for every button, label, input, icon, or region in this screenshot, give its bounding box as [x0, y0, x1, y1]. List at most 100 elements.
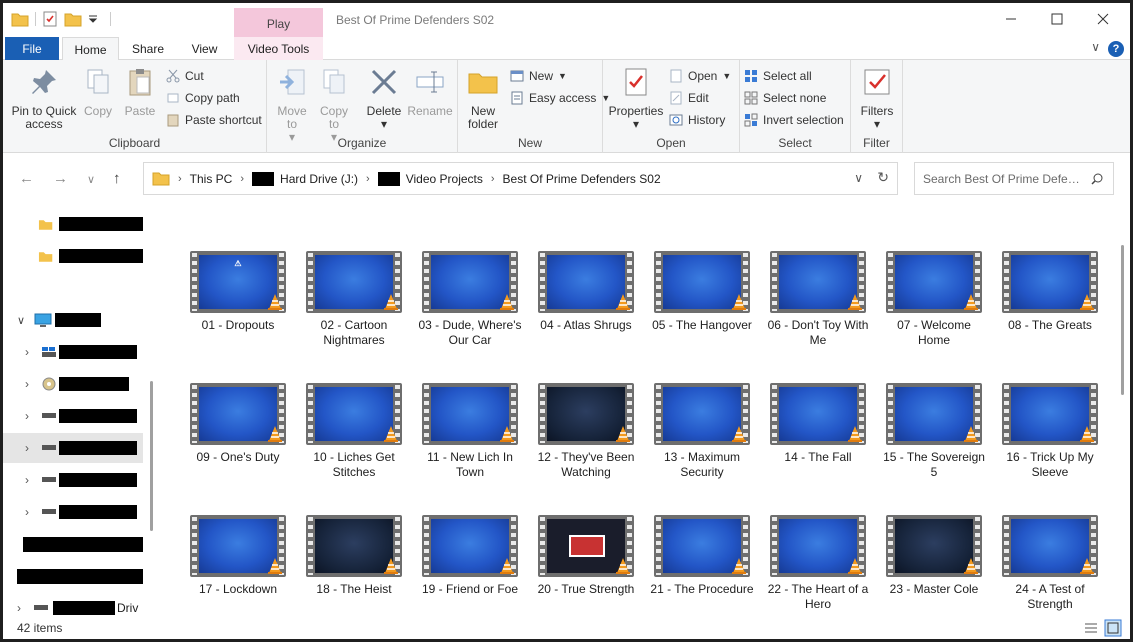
- nav-item-this-pc[interactable]: ∨: [3, 305, 143, 335]
- history-button[interactable]: History: [669, 110, 725, 130]
- file-tile[interactable]: 05 - The Hangover: [648, 251, 756, 333]
- paste-button[interactable]: Paste: [121, 66, 159, 118]
- tab-share[interactable]: Share: [122, 37, 174, 60]
- expand-ribbon-icon[interactable]: ∨: [1091, 40, 1100, 54]
- help-icon[interactable]: ?: [1108, 41, 1124, 57]
- tab-home[interactable]: Home: [62, 37, 119, 61]
- file-tile[interactable]: 24 - A Test of Strength: [996, 515, 1104, 612]
- expand-chevron-icon[interactable]: ›: [17, 601, 21, 615]
- invert-selection-button[interactable]: Invert selection: [744, 110, 844, 130]
- select-none-button[interactable]: Select none: [744, 88, 826, 108]
- context-tab-play[interactable]: Play: [234, 8, 323, 37]
- tab-view[interactable]: View: [176, 37, 233, 60]
- folder-icon[interactable]: [11, 11, 29, 27]
- copy-path-button[interactable]: Copy path: [166, 88, 240, 108]
- file-tile[interactable]: 13 - Maximum Security: [648, 383, 756, 480]
- file-tile[interactable]: 12 - They've Been Watching: [532, 383, 640, 480]
- minimize-button[interactable]: [988, 3, 1034, 35]
- nav-item-drive[interactable]: ›: [3, 337, 143, 367]
- file-tile[interactable]: 10 - Liches Get Stitches: [300, 383, 408, 480]
- rename-button[interactable]: Rename: [407, 66, 453, 118]
- breadcrumb-projects[interactable]: Video Projects: [377, 171, 483, 186]
- move-to-label: Move to: [277, 104, 307, 131]
- file-tile[interactable]: 07 - Welcome Home: [880, 251, 988, 348]
- delete-button[interactable]: Delete ▾: [365, 66, 403, 131]
- file-tile[interactable]: 11 - New Lich In Town: [416, 383, 524, 480]
- breadcrumb-drive[interactable]: Hard Drive (J:): [252, 171, 358, 186]
- customize-toolbar-icon[interactable]: [88, 11, 98, 27]
- back-arrow-icon[interactable]: ←: [19, 170, 34, 187]
- close-button[interactable]: [1080, 3, 1126, 35]
- up-arrow-icon[interactable]: ↑: [113, 170, 121, 187]
- cut-button[interactable]: Cut: [166, 66, 204, 86]
- nav-item-drive[interactable]: ›: [3, 401, 143, 431]
- pin-quick-access-button[interactable]: Pin to Quick access: [9, 66, 79, 131]
- forward-arrow-icon[interactable]: →: [53, 170, 68, 187]
- copy-to-button[interactable]: Copy to ▾: [317, 66, 351, 144]
- nav-item-folder[interactable]: [3, 241, 143, 271]
- file-tile[interactable]: 20 - True Strength: [532, 515, 640, 597]
- nav-item-drive[interactable]: › Driv: [3, 593, 153, 617]
- open-button[interactable]: Open ▼: [669, 66, 731, 86]
- copy-button[interactable]: Copy: [81, 66, 115, 118]
- video-thumbnail: [1002, 251, 1098, 313]
- select-all-button[interactable]: Select all: [744, 66, 812, 86]
- expand-chevron-icon[interactable]: ›: [25, 441, 29, 455]
- file-tile[interactable]: 17 - Lockdown: [184, 515, 292, 597]
- nav-item-folder[interactable]: [3, 209, 143, 239]
- file-tile[interactable]: 19 - Friend or Foe: [416, 515, 524, 597]
- filters-button[interactable]: Filters ▾: [857, 66, 897, 131]
- clipboard-group-label: Clipboard: [108, 136, 161, 150]
- expand-chevron-icon[interactable]: ›: [25, 377, 29, 391]
- file-tile[interactable]: 23 - Master Cole: [880, 515, 988, 597]
- nav-item-drive[interactable]: ›: [3, 465, 143, 495]
- move-to-button[interactable]: Move to ▾: [275, 66, 309, 144]
- file-tile[interactable]: 21 - The Procedure: [648, 515, 756, 597]
- file-tile[interactable]: 03 - Dude, Where's Our Car: [416, 251, 524, 348]
- address-bar[interactable]: › This PC › Hard Drive (J:) › Video Proj…: [143, 162, 898, 195]
- file-tile[interactable]: 06 - Don't Toy With Me: [764, 251, 872, 348]
- content-scrollbar-thumb[interactable]: [1121, 245, 1124, 395]
- breadcrumb-current[interactable]: Best Of Prime Defenders S02: [503, 172, 661, 186]
- paste-shortcut-button[interactable]: Paste shortcut: [166, 110, 262, 130]
- search-box[interactable]: Search Best Of Prime Defenders S02: [914, 162, 1114, 195]
- file-tile[interactable]: ⚠ 01 - Dropouts: [184, 251, 292, 333]
- breadcrumb-this-pc[interactable]: This PC: [190, 172, 233, 186]
- file-tile[interactable]: 22 - The Heart of a Hero: [764, 515, 872, 612]
- nav-item-redacted[interactable]: [3, 529, 143, 559]
- edit-button[interactable]: Edit: [669, 88, 709, 108]
- expand-chevron-icon[interactable]: ›: [25, 409, 29, 423]
- properties-button[interactable]: Properties ▾: [607, 66, 665, 131]
- new-folder-button[interactable]: New folder: [464, 66, 502, 131]
- file-tile[interactable]: 15 - The Sovereign 5: [880, 383, 988, 480]
- navigation-pane-scrollbar[interactable]: [150, 381, 153, 531]
- content-scrollbar[interactable]: [1115, 205, 1130, 617]
- file-tile[interactable]: 14 - The Fall: [764, 383, 872, 465]
- address-dropdown-icon[interactable]: ∨: [854, 171, 863, 185]
- maximize-button[interactable]: [1034, 3, 1080, 35]
- file-tile[interactable]: 18 - The Heist: [300, 515, 408, 597]
- new-folder-icon[interactable]: [64, 11, 82, 27]
- refresh-icon[interactable]: ↻: [877, 169, 889, 186]
- details-view-icon[interactable]: [1084, 622, 1098, 634]
- tab-video-tools[interactable]: Video Tools: [234, 37, 323, 60]
- expand-chevron-icon[interactable]: ›: [25, 505, 29, 519]
- new-item-button[interactable]: New ▼: [510, 66, 567, 86]
- easy-access-button[interactable]: Easy access ▼: [510, 88, 610, 108]
- file-tile[interactable]: 09 - One's Duty: [184, 383, 292, 465]
- file-tile[interactable]: 16 - Trick Up My Sleeve: [996, 383, 1104, 480]
- large-icons-view-icon[interactable]: [1104, 619, 1122, 637]
- expand-chevron-icon[interactable]: ∨: [17, 314, 25, 327]
- nav-item-drive[interactable]: ›: [3, 497, 143, 527]
- expand-chevron-icon[interactable]: ›: [25, 473, 29, 487]
- file-tile[interactable]: 02 - Cartoon Nightmares: [300, 251, 408, 348]
- file-tile[interactable]: 08 - The Greats: [996, 251, 1104, 333]
- file-tile[interactable]: 04 - Atlas Shrugs: [532, 251, 640, 333]
- nav-item-drive-selected[interactable]: ›: [3, 433, 143, 463]
- tab-file[interactable]: File: [5, 37, 59, 60]
- expand-chevron-icon[interactable]: ›: [25, 345, 29, 359]
- properties-check-icon[interactable]: [42, 11, 58, 27]
- recent-locations-icon[interactable]: ∨: [87, 173, 95, 186]
- nav-item-drive[interactable]: ›: [3, 369, 143, 399]
- nav-item-redacted[interactable]: [3, 561, 143, 591]
